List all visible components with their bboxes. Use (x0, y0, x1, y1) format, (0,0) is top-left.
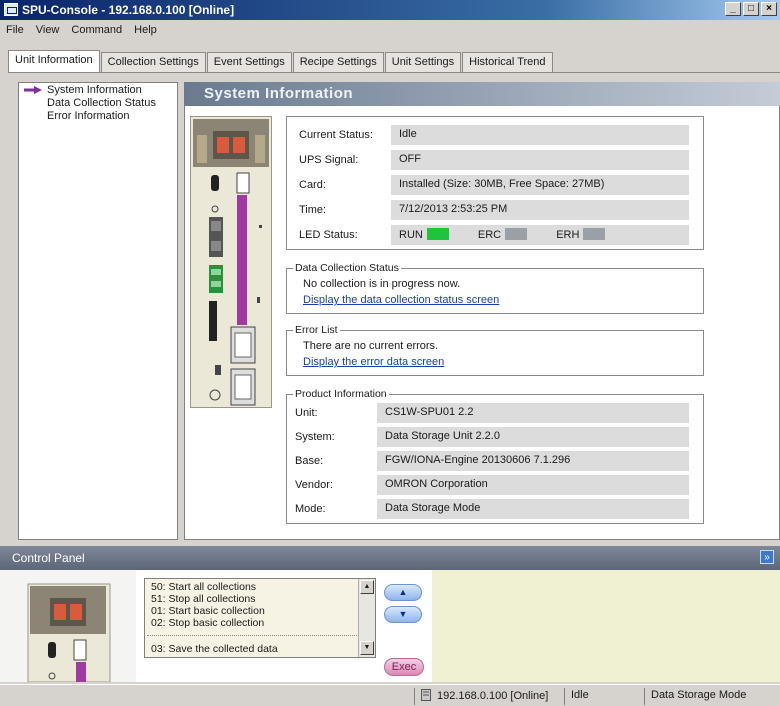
minimize-button[interactable]: _ (725, 2, 741, 16)
led-status-value: RUN ERC ERH (391, 225, 689, 245)
tab-unit-settings[interactable]: Unit Settings (384, 52, 462, 72)
unit-label: Unit: (295, 407, 318, 419)
spu-unit-thumbnail-icon (27, 583, 111, 683)
spu-unit-icon (193, 119, 269, 406)
led-erh-indicator (583, 228, 606, 240)
menu-bar: File View Command Help (0, 22, 780, 40)
status-connection: 192.168.0.100 [Online] (414, 688, 564, 705)
nav-item-error-information[interactable]: Error Information (47, 110, 130, 122)
arrow-right-icon (24, 86, 42, 94)
close-button[interactable]: × (761, 2, 777, 16)
current-status-value: Idle (391, 125, 689, 145)
section-title: System Information (204, 85, 354, 102)
mode-value: Data Storage Mode (377, 499, 689, 519)
error-list-group-title: Error List (293, 324, 340, 336)
led-erc-label: ERC (477, 229, 502, 241)
card-value: Installed (Size: 30MB, Free Space: 27MB) (391, 175, 689, 195)
command-item[interactable]: 51: Stop all collections (151, 593, 255, 605)
time-label: Time: (299, 204, 327, 216)
tab-recipe-settings[interactable]: Recipe Settings (292, 52, 384, 72)
status-bar: 192.168.0.100 [Online] Idle Data Storage… (0, 684, 780, 706)
section-header: System Information (184, 82, 780, 106)
command-item[interactable]: 02: Stop basic collection (151, 617, 264, 629)
control-panel-unit-preview (0, 570, 136, 683)
scroll-up-icon[interactable]: ▲ (360, 580, 374, 594)
time-value: 7/12/2013 2:53:25 PM (391, 200, 689, 220)
led-status-label: LED Status: (299, 229, 358, 241)
led-erh-label: ERH (556, 229, 580, 241)
maximize-button[interactable]: □ (743, 2, 759, 16)
mode-label: Mode: (295, 503, 326, 515)
product-info-group: Product Information Unit: CS1W-SPU01 2.2… (286, 388, 704, 524)
data-collection-group-title: Data Collection Status (293, 262, 401, 274)
system-label: System: (295, 431, 335, 443)
tab-event-settings[interactable]: Event Settings (206, 52, 292, 72)
exec-button[interactable]: Exec (384, 658, 424, 676)
command-item[interactable]: 03: Save the collected data (151, 643, 278, 655)
status-mode: Data Storage Mode (644, 688, 780, 705)
base-label: Base: (295, 455, 324, 467)
card-label: Card: (299, 179, 326, 191)
unit-illustration (190, 116, 272, 408)
control-panel-output-area (432, 570, 780, 682)
status-connection-text: 192.168.0.100 [Online] (437, 690, 549, 702)
error-list-group: Error List There are no current errors. … (286, 324, 704, 376)
window-title: SPU-Console - 192.168.0.100 [Online] (22, 3, 235, 17)
led-run-indicator (426, 228, 449, 240)
collapse-chevron-icon[interactable]: » (760, 550, 774, 564)
tab-historical-trend[interactable]: Historical Trend (462, 52, 553, 72)
tab-collection-settings[interactable]: Collection Settings (100, 52, 206, 72)
title-bar: SPU-Console - 192.168.0.100 [Online] _ □… (0, 0, 780, 20)
data-collection-link[interactable]: Display the data collection status scree… (303, 294, 499, 306)
app-icon (4, 3, 18, 16)
scroll-down-icon[interactable]: ▼ (360, 641, 374, 655)
menu-help[interactable]: Help (134, 22, 157, 40)
tab-unit-information[interactable]: Unit Information (8, 50, 100, 72)
nav-item-system-information[interactable]: System Information (47, 84, 142, 96)
data-collection-group: Data Collection Status No collection is … (286, 262, 704, 314)
command-list-scrollbar[interactable]: ▲ ▼ (358, 579, 375, 657)
command-item[interactable]: 01: Start basic collection (151, 605, 265, 617)
error-list-text: There are no current errors. (303, 340, 439, 352)
status-group: Current Status: Idle UPS Signal: OFF Car… (286, 116, 704, 250)
move-up-button[interactable]: ▲ (384, 584, 422, 601)
command-list[interactable]: 50: Start all collections 51: Stop all c… (144, 578, 376, 658)
system-value: Data Storage Unit 2.2.0 (377, 427, 689, 447)
command-item[interactable]: 50: Start all collections (151, 581, 256, 593)
tab-strip: Unit Information Collection Settings Eve… (8, 50, 554, 72)
data-collection-text: No collection is in progress now. (303, 278, 461, 290)
product-info-group-title: Product Information (293, 388, 389, 400)
nav-item-data-collection-status[interactable]: Data Collection Status (47, 97, 156, 109)
status-state: Idle (564, 688, 644, 705)
led-erc-indicator (505, 228, 528, 240)
menu-command[interactable]: Command (71, 22, 122, 40)
nav-tree: System Information Data Collection Statu… (18, 82, 178, 540)
base-value: FGW/IONA-Engine 20130606 7.1.296 (377, 451, 689, 471)
move-down-button[interactable]: ▼ (384, 606, 422, 623)
server-icon (421, 689, 431, 701)
list-divider (147, 635, 359, 636)
control-panel-title: Control Panel (12, 551, 85, 565)
ups-signal-value: OFF (391, 150, 689, 170)
error-list-link[interactable]: Display the error data screen (303, 356, 444, 368)
control-panel-header: Control Panel » (0, 546, 780, 570)
ups-signal-label: UPS Signal: (299, 154, 359, 166)
vendor-value: OMRON Corporation (377, 475, 689, 495)
current-status-label: Current Status: (299, 129, 373, 141)
unit-value: CS1W-SPU01 2.2 (377, 403, 689, 423)
menu-view[interactable]: View (36, 22, 60, 40)
menu-file[interactable]: File (6, 22, 24, 40)
led-run-label: RUN (399, 229, 423, 241)
vendor-label: Vendor: (295, 479, 333, 491)
